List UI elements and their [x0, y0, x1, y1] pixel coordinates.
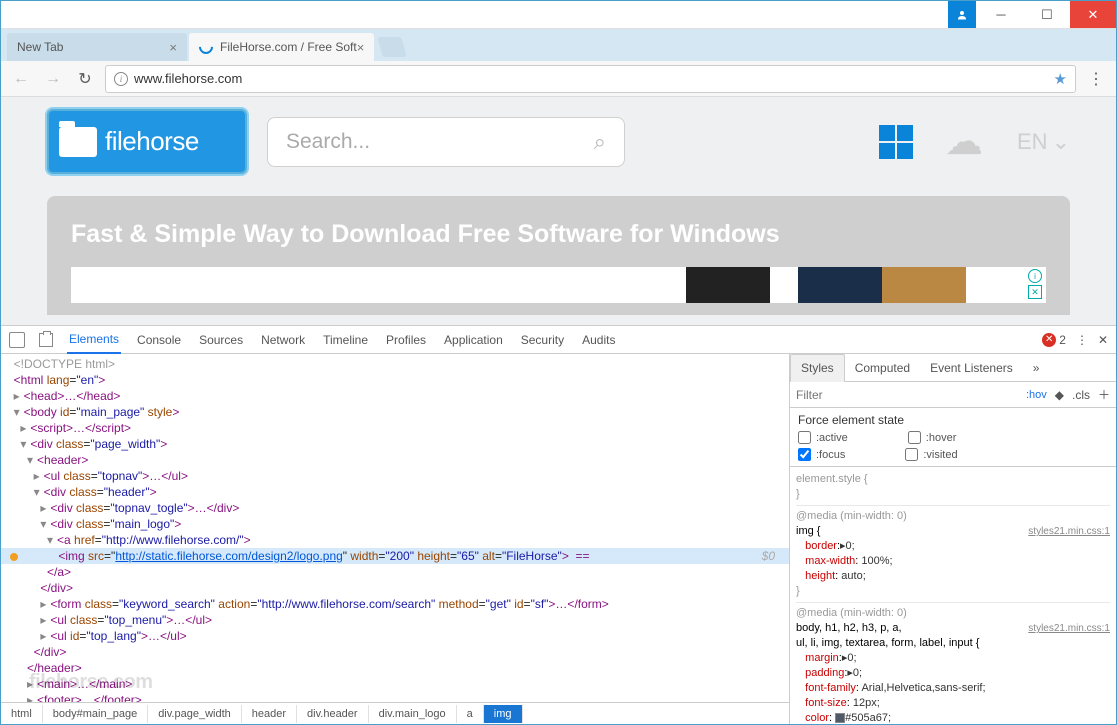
error-count[interactable]: ✕2: [1042, 333, 1066, 347]
hov-toggle[interactable]: :hov: [1026, 389, 1047, 401]
styles-tabbar: Styles Computed Event Listeners »: [790, 354, 1116, 382]
error-icon: ✕: [1042, 333, 1056, 347]
browser-tab-active[interactable]: FileHorse.com / Free Soft ×: [189, 33, 374, 61]
browser-tabstrip: New Tab × FileHorse.com / Free Soft ×: [1, 29, 1116, 61]
windows-icon[interactable]: [879, 125, 913, 159]
devtools-tab-sources[interactable]: Sources: [197, 327, 245, 353]
dom-breadcrumb[interactable]: html body#main_page div.page_width heade…: [1, 702, 789, 724]
devtools-panel: Elements Console Sources Network Timelin…: [1, 325, 1116, 724]
force-state-title: Force element state: [798, 413, 1108, 427]
devtools-tab-timeline[interactable]: Timeline: [321, 327, 370, 353]
styles-filter-bar: :hov ◆ .cls ＋: [790, 382, 1116, 408]
tab-close-icon[interactable]: ×: [169, 40, 177, 55]
add-rule-icon[interactable]: ＋: [1098, 386, 1110, 403]
address-bar[interactable]: i www.filehorse.com ★: [105, 65, 1076, 93]
chrome-window: ─ ☐ ✕ New Tab × FileHorse.com / Free Sof…: [0, 0, 1117, 725]
folder-icon: [59, 127, 97, 157]
devtools-tabbar: Elements Console Sources Network Timelin…: [1, 326, 1116, 354]
computed-tab[interactable]: Computed: [845, 355, 920, 381]
devtools-tab-profiles[interactable]: Profiles: [384, 327, 428, 353]
window-maximize[interactable]: ☐: [1024, 1, 1070, 28]
new-tab-button[interactable]: [378, 37, 407, 57]
styles-tab[interactable]: Styles: [790, 354, 845, 382]
cls-toggle[interactable]: .cls: [1072, 388, 1090, 402]
styles-filter-input[interactable]: [796, 388, 1018, 402]
css-rules[interactable]: element.style { } @media (min-width: 0) …: [790, 467, 1116, 724]
chevron-down-icon: ⌄: [1052, 129, 1070, 155]
page-viewport: filehorse Search... ⌕ ☁ EN⌄ Fast & Simpl…: [1, 97, 1116, 355]
platform-icons: ☁ EN⌄: [879, 119, 1070, 164]
elements-panel: <!DOCTYPE html> <html lang="en"> ▸<head>…: [1, 354, 790, 724]
search-placeholder: Search...: [286, 130, 370, 154]
browser-toolbar: ← → ↻ i www.filehorse.com ★ ⋮: [1, 61, 1116, 97]
url-text: www.filehorse.com: [134, 71, 242, 86]
back-button[interactable]: ←: [9, 67, 33, 91]
search-icon[interactable]: ⌕: [594, 129, 606, 155]
devtools-tab-application[interactable]: Application: [442, 327, 505, 353]
logo-text: filehorse: [105, 126, 199, 157]
force-focus[interactable]: :focus: [798, 448, 845, 461]
chrome-menu-icon[interactable]: ⋮: [1084, 69, 1108, 89]
user-button[interactable]: [948, 1, 976, 28]
page-header: filehorse Search... ⌕ ☁ EN⌄: [47, 109, 1070, 174]
hero-title: Fast & Simple Way to Download Free Softw…: [71, 220, 1046, 249]
language-selector[interactable]: EN⌄: [1017, 129, 1070, 155]
tab-title: New Tab: [17, 40, 63, 54]
ad-image[interactable]: [686, 267, 966, 303]
styles-panel: Styles Computed Event Listeners » :hov ◆…: [790, 354, 1116, 724]
bookmark-star-icon[interactable]: ★: [1054, 70, 1067, 88]
favicon-icon: [196, 37, 216, 57]
devtools-tab-audits[interactable]: Audits: [580, 327, 617, 353]
window-minimize[interactable]: ─: [978, 1, 1024, 28]
window-close[interactable]: ✕: [1070, 1, 1116, 28]
forward-button[interactable]: →: [41, 67, 65, 91]
more-tabs-icon[interactable]: »: [1023, 355, 1050, 381]
force-active[interactable]: :active: [798, 431, 848, 444]
cloud-icon[interactable]: ☁: [945, 119, 983, 164]
window-titlebar: ─ ☐ ✕: [1, 1, 1116, 29]
browser-tab[interactable]: New Tab ×: [7, 33, 187, 61]
hero-banner: Fast & Simple Way to Download Free Softw…: [47, 196, 1070, 315]
devtools-tab-security[interactable]: Security: [519, 327, 566, 353]
devtools-tab-elements[interactable]: Elements: [67, 326, 121, 354]
force-state-panel: Force element state :active :hover :focu…: [790, 408, 1116, 467]
dark-icon[interactable]: ◆: [1055, 388, 1064, 402]
adchoices-icon[interactable]: i: [1028, 269, 1042, 283]
tab-close-icon[interactable]: ×: [357, 40, 365, 55]
devtools-tab-console[interactable]: Console: [135, 327, 183, 353]
devtools-menu-icon[interactable]: ⋮: [1076, 333, 1088, 347]
reload-button[interactable]: ↻: [73, 67, 97, 91]
event-listeners-tab[interactable]: Event Listeners: [920, 355, 1023, 381]
devtools-tab-network[interactable]: Network: [259, 327, 307, 353]
device-toggle-icon[interactable]: [39, 333, 53, 347]
search-input[interactable]: Search... ⌕: [267, 117, 625, 167]
ad-close-icon[interactable]: ✕: [1028, 285, 1042, 299]
devtools-close-icon[interactable]: ✕: [1098, 333, 1108, 347]
tab-title: FileHorse.com / Free Soft: [220, 40, 357, 54]
filehorse-logo[interactable]: filehorse: [47, 109, 247, 174]
dom-tree[interactable]: <!DOCTYPE html> <html lang="en"> ▸<head>…: [1, 354, 789, 702]
force-hover[interactable]: :hover: [908, 431, 957, 444]
site-info-icon[interactable]: i: [114, 72, 128, 86]
inspect-element-icon[interactable]: [9, 332, 25, 348]
ad-block: i ✕: [71, 267, 1046, 303]
force-visited[interactable]: :visited: [905, 448, 957, 461]
